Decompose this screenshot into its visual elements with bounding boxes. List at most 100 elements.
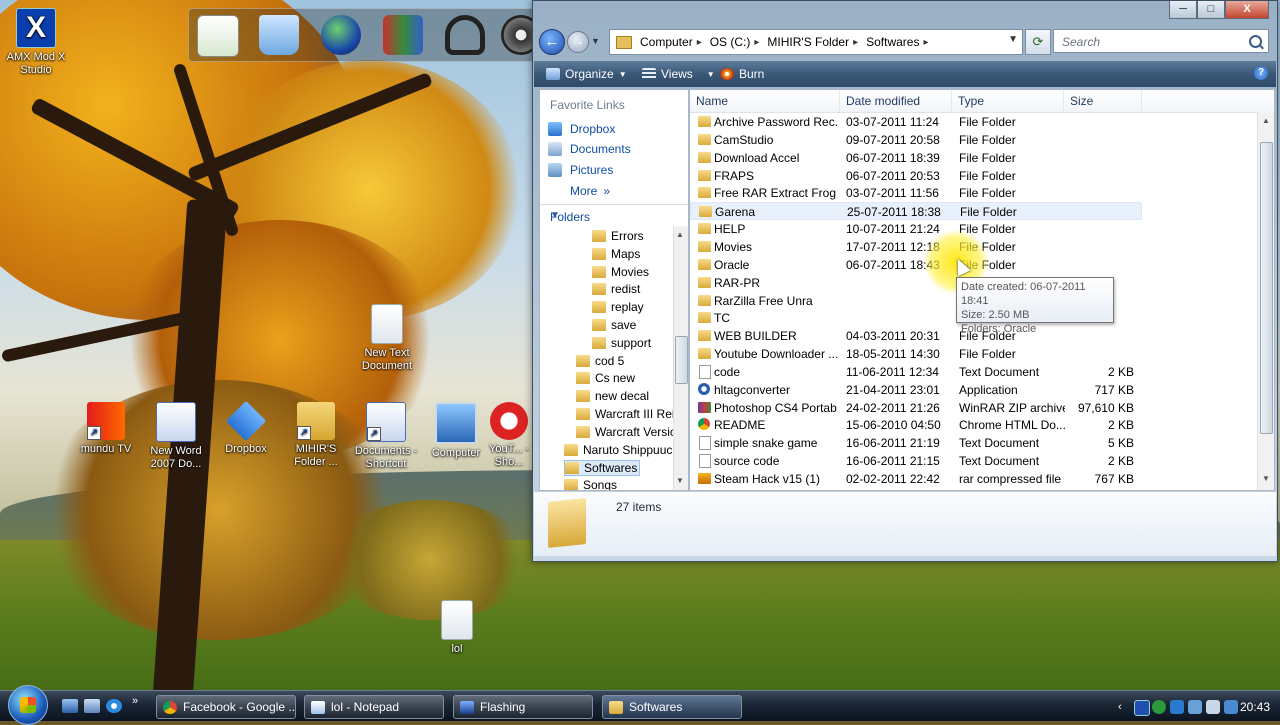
desktop-icon-dropbox[interactable]: Dropbox <box>210 400 282 456</box>
burn-button[interactable]: Burn <box>720 67 764 81</box>
views-button[interactable]: Views ▼ <box>642 67 715 81</box>
file-row[interactable]: Garena 25-07-2011 18:38 File Folder <box>690 202 1142 221</box>
column-header-size[interactable]: Size <box>1064 90 1142 112</box>
help-icon[interactable]: ? <box>1254 66 1268 80</box>
breadcrumb-softwares[interactable]: Softwares <box>866 35 919 49</box>
organize-button[interactable]: Organize ▼ <box>546 67 627 81</box>
scroll-up-icon[interactable]: ▲ <box>676 230 684 239</box>
breadcrumb-os-c[interactable]: OS (C:) <box>710 35 751 49</box>
refresh-button[interactable]: ⟳ <box>1025 29 1051 55</box>
file-row[interactable]: FRAPS 06-07-2011 20:53 File Folder <box>690 167 1142 185</box>
column-header-type[interactable]: Type <box>952 90 1064 112</box>
desktop-icon-computer[interactable]: Computer <box>420 402 492 460</box>
folder-tree-item[interactable]: Softwares <box>564 460 641 477</box>
maximize-button[interactable]: □ <box>1197 1 1225 19</box>
favorite-link-pictures[interactable]: Pictures <box>548 163 613 177</box>
back-button[interactable]: ← <box>539 29 565 55</box>
folder-tree-item[interactable]: Maps <box>592 247 642 261</box>
scroll-down-icon[interactable]: ▼ <box>1262 474 1270 483</box>
folder-tree-item[interactable]: cod 5 <box>576 354 626 368</box>
file-row[interactable]: Download Accel 06-07-2011 18:39 File Folde… <box>690 149 1142 167</box>
search-icon[interactable] <box>1249 35 1262 48</box>
tray-app-icon[interactable] <box>1170 700 1184 714</box>
headphones-icon[interactable] <box>445 15 485 55</box>
desktop-icon-youtube-shortcut[interactable]: YouT... - Sho... <box>486 402 532 469</box>
favorite-link-documents[interactable]: Documents <box>548 142 631 156</box>
folder-tree-item[interactable]: save <box>592 318 638 332</box>
close-button[interactable]: X <box>1225 1 1269 19</box>
file-row[interactable]: Photoshop CS4 Portab... 24-02-2011 21:26 W… <box>690 399 1142 417</box>
desktop-icon-mihirs-folder[interactable]: ↗ MIHIR'S Folder ... <box>280 402 352 469</box>
file-row[interactable]: Youtube Downloader ... 18-05-2011 14:30 Fi… <box>690 345 1142 363</box>
volume-icon[interactable] <box>1206 700 1220 714</box>
books-icon[interactable] <box>383 15 423 55</box>
network-icon[interactable] <box>1224 700 1238 714</box>
folder-tree-item[interactable]: Cs new <box>576 371 637 385</box>
desktop-icon-new-text-document[interactable]: New Text Document <box>351 304 423 373</box>
address-dropdown-icon[interactable]: ▼ <box>1008 34 1018 45</box>
folder-tree-item[interactable]: Errors <box>592 229 646 243</box>
scrollbar-thumb[interactable] <box>675 336 688 384</box>
folder-tree-item[interactable]: Songs <box>564 478 619 490</box>
folder-tree-item[interactable]: new decal <box>576 389 651 403</box>
file-list-scrollbar[interactable]: ▲ ▼ <box>1257 112 1274 490</box>
quick-launch-overflow-icon[interactable]: » <box>132 695 142 709</box>
file-row[interactable]: HELP 10-07-2011 21:24 File Folder <box>690 220 1142 238</box>
file-row[interactable]: CamStudio 09-07-2011 20:58 File Folder <box>690 131 1142 149</box>
file-row[interactable]: Steam Hack v15 (1) 02-02-2011 22:42 rar co… <box>690 470 1142 488</box>
file-row[interactable]: simple snake game 16-06-2011 21:19 Text Do… <box>690 434 1142 452</box>
folder-tree-item[interactable]: Warcraft Versic <box>576 425 678 439</box>
recent-pages-chevron-icon[interactable]: ▼ <box>591 33 601 49</box>
column-header-name[interactable]: Name <box>690 90 840 112</box>
folder-tree-item[interactable]: Movies <box>592 265 651 279</box>
taskbar-button-facebook[interactable]: Facebook - Google ... <box>156 695 296 719</box>
favorite-link-more[interactable]: More » <box>570 184 610 198</box>
breadcrumb-separator-icon[interactable]: ▸ <box>754 37 759 48</box>
folder-tree-item[interactable]: support <box>592 336 653 350</box>
tray-app-icon[interactable] <box>1152 700 1166 714</box>
taskbar-button-flashing[interactable]: Flashing <box>453 695 593 719</box>
recycle-bin-icon[interactable] <box>259 15 299 55</box>
folders-header[interactable]: Folders ▼ <box>540 204 688 227</box>
desktop-icon-mundu-tv[interactable]: ↗ mundu TV <box>70 402 142 456</box>
desktop-icon-new-word-doc[interactable]: New Word 2007 Do... <box>140 402 212 471</box>
taskbar-button-notepad[interactable]: lol - Notepad <box>304 695 444 719</box>
file-row[interactable]: hltagconverter 21-04-2011 23:01 Applicatio… <box>690 381 1142 399</box>
forward-button[interactable]: → <box>567 31 589 53</box>
switch-windows-icon[interactable] <box>84 699 100 713</box>
file-row[interactable]: README 15-06-2010 04:50 Chrome HTML Do... 2… <box>690 416 1142 434</box>
tray-expand-icon[interactable]: ‹ <box>1118 700 1132 714</box>
breadcrumb-separator-icon[interactable]: ▸ <box>853 37 858 48</box>
desktop-icon-lol[interactable]: lol <box>421 600 493 656</box>
tray-app-icon[interactable] <box>1188 700 1202 714</box>
breadcrumb-computer[interactable]: Computer <box>640 35 693 49</box>
breadcrumb-mihirs-folder[interactable]: MIHIR'S Folder <box>767 35 849 49</box>
address-bar[interactable]: Computer ▸ OS (C:) ▸ MIHIR'S Folder ▸ Softw… <box>609 29 1023 55</box>
folder-tree-scrollbar[interactable]: ▲ ▼ <box>673 226 688 490</box>
breadcrumb-separator-icon[interactable]: ▸ <box>697 37 702 48</box>
file-row[interactable]: Oracle06-07-2011 18:43File Folder <box>690 256 1142 274</box>
start-button[interactable] <box>8 685 48 725</box>
taskbar-button-softwares[interactable]: Softwares <box>602 695 742 719</box>
column-header-date-modified[interactable]: Date modified <box>840 90 952 112</box>
desktop-icon-amx[interactable]: X AMX Mod X Studio <box>0 8 72 77</box>
show-desktop-icon[interactable] <box>62 699 78 713</box>
scrollbar-thumb[interactable] <box>1260 142 1273 434</box>
search-input[interactable]: Search <box>1053 29 1269 53</box>
scroll-up-icon[interactable]: ▲ <box>1262 116 1270 125</box>
folder-tree-item[interactable]: Warcraft III Rei <box>576 407 677 421</box>
file-row[interactable]: Free RAR Extract Frog 03-07-2011 11:56 Fil… <box>690 184 1142 202</box>
folder-tree-item[interactable]: Naruto Shippuuc <box>564 443 674 457</box>
globe-icon[interactable] <box>321 15 361 55</box>
internet-explorer-icon[interactable] <box>106 699 122 713</box>
desktop-icon-documents-shortcut[interactable]: ↗ Documents - Shortcut <box>350 402 422 471</box>
clock[interactable]: 20:43 <box>1240 700 1270 714</box>
file-row[interactable]: source code 16-06-2011 21:15 Text Document… <box>690 452 1142 470</box>
folder-tree-item[interactable]: redist <box>592 282 642 296</box>
file-row[interactable]: Archive Password Rec... 03-07-2011 11:24 F… <box>690 113 1142 131</box>
mail-widget-icon[interactable] <box>197 15 239 57</box>
folder-tree-item[interactable]: replay <box>592 300 646 314</box>
file-row[interactable]: code 11-06-2011 12:34 Text Document 2 KB <box>690 363 1142 381</box>
favorite-link-dropbox[interactable]: Dropbox <box>548 122 615 136</box>
file-row[interactable]: Movies 17-07-2011 12:18 File Folder <box>690 238 1142 256</box>
